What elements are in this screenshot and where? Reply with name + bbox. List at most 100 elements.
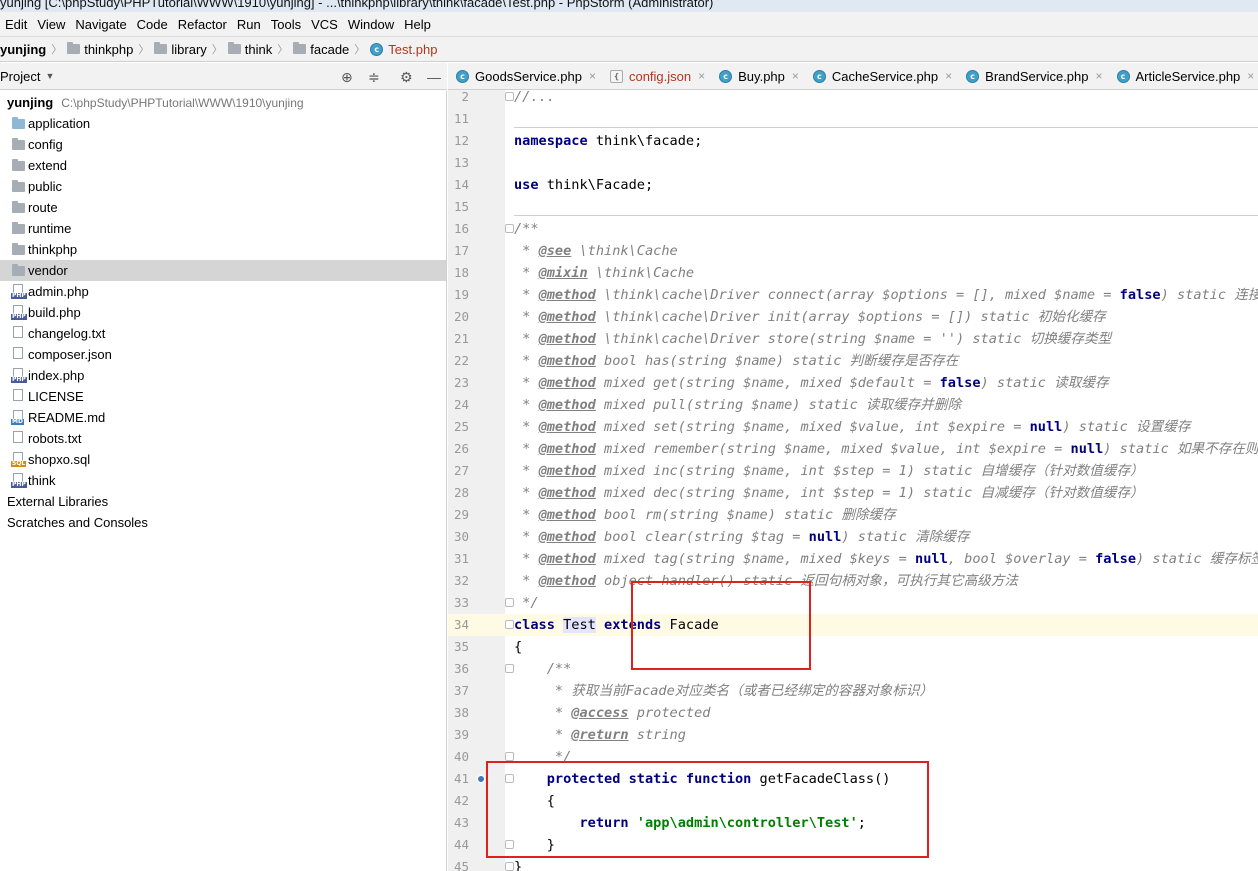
close-icon[interactable]: × (589, 69, 596, 83)
code-editor[interactable]: 2 //... 11 12 namespace think\facade; 13 14 use… (448, 90, 1258, 871)
menu-item-tools[interactable]: Tools (266, 17, 306, 32)
code-token: ) static 如果不存在则写入缓存 (1103, 441, 1258, 457)
fold-marker-icon[interactable] (505, 862, 514, 871)
menu-item-edit[interactable]: Edit (0, 17, 32, 32)
code-token: null (1029, 419, 1063, 435)
code-token: * (514, 529, 539, 545)
breadcrumb-item-test-php[interactable]: c Test.php (370, 42, 437, 57)
code-token: @method (538, 573, 596, 589)
code-token: @method (538, 375, 596, 391)
close-icon[interactable]: × (945, 69, 952, 83)
tree-item-application[interactable]: application (0, 113, 446, 134)
tree-item-license[interactable]: LICENSE (0, 386, 446, 407)
code-text: * @method mixed set(string $name, mixed … (514, 416, 1190, 438)
line-number: 11 (453, 111, 469, 126)
method-override-icon[interactable] (477, 775, 485, 783)
code-token: Test (563, 617, 596, 633)
tab-label: CacheService.php (831, 68, 939, 84)
tree-item-label: LICENSE (28, 389, 84, 404)
php-class-icon: c (719, 69, 733, 83)
menu-item-window[interactable]: Window (343, 17, 399, 32)
tree-item-readme-md[interactable]: MD README.md (0, 407, 446, 428)
menu-item-run[interactable]: Run (232, 17, 266, 32)
php-file-icon: PHP (11, 305, 27, 320)
minimize-icon[interactable]: — (427, 69, 441, 85)
line-number: 23 (453, 375, 469, 390)
breadcrumb-item-facade[interactable]: facade (293, 42, 349, 57)
fold-marker-icon[interactable] (505, 224, 514, 233)
fold-marker-icon[interactable] (505, 664, 514, 673)
code-token: \think\cache\Driver connect(array $optio… (595, 287, 1120, 303)
breadcrumb-item-think[interactable]: think (227, 42, 272, 57)
fold-marker-icon[interactable] (505, 598, 514, 607)
chevron-down-icon[interactable]: ▼ (45, 71, 54, 81)
code-token: mixed dec(string $name, int $step = 1) s… (595, 485, 1144, 501)
editor-tab-brandservice-php[interactable]: c BrandService.php × (958, 63, 1108, 89)
code-token: null (808, 529, 842, 545)
code-token: * (514, 705, 572, 721)
editor-tab-config-json[interactable]: {config.json × (602, 63, 711, 89)
breadcrumb-item-library[interactable]: library (154, 42, 207, 57)
editor-tab-cacheservice-php[interactable]: c CacheService.php × (805, 63, 958, 89)
fold-marker-icon[interactable] (505, 92, 514, 101)
code-token: * (514, 551, 539, 567)
code-token: */ (514, 595, 539, 611)
close-icon[interactable]: × (792, 69, 799, 83)
project-view-selector[interactable]: Project (0, 69, 40, 84)
menu-item-view[interactable]: View (32, 17, 70, 32)
code-token: @mixin (538, 265, 588, 281)
code-token: \think\Cache (571, 243, 678, 259)
line-number: 43 (453, 815, 469, 830)
code-text: * @method mixed pull(string $name) stati… (514, 394, 961, 416)
menu-item-help[interactable]: Help (399, 17, 436, 32)
menu-item-code[interactable]: Code (132, 17, 173, 32)
fold-marker-icon[interactable] (505, 620, 514, 629)
menu-item-navigate[interactable]: Navigate (70, 17, 131, 32)
code-text: namespace think\facade; (514, 130, 702, 152)
close-icon[interactable]: × (1096, 69, 1103, 83)
fold-marker-icon[interactable] (505, 752, 514, 761)
menu-item-refactor[interactable]: Refactor (173, 17, 232, 32)
breadcrumb-item-yunjing[interactable]: yunjing (0, 42, 46, 57)
folder-icon (11, 116, 25, 129)
tree-item-admin-php[interactable]: PHP admin.php (0, 281, 446, 302)
code-token: @method (538, 331, 596, 347)
tree-item-route[interactable]: route (0, 197, 446, 218)
chevron-right-icon: 〉 (211, 44, 223, 56)
editor-tab-goodsservice-php[interactable]: c GoodsService.php × (448, 63, 602, 89)
tree-item-runtime[interactable]: runtime (0, 218, 446, 239)
tree-item-think[interactable]: PHP think (0, 470, 446, 491)
close-icon[interactable]: × (698, 69, 705, 83)
tree-root-yunjing[interactable]: yunjing C:\phpStudy\PHPTutorial\WWW\1910\… (0, 92, 446, 113)
annotation-box-extends (631, 581, 811, 670)
tree-item-robots-txt[interactable]: robots.txt (0, 428, 446, 449)
tree-external-libraries[interactable]: External Libraries (0, 491, 446, 512)
tree-item-index-php[interactable]: PHP index.php (0, 365, 446, 386)
menu-item-vcs[interactable]: VCS (306, 17, 343, 32)
code-token: * (514, 243, 539, 259)
tree-item-thinkphp[interactable]: thinkphp (0, 239, 446, 260)
editor-tab-buy-php[interactable]: c Buy.php × (711, 63, 805, 89)
editor-tab-articleservice-php[interactable]: c ArticleService.php × (1109, 63, 1258, 89)
tree-item-changelog-txt[interactable]: changelog.txt (0, 323, 446, 344)
tree-item-public[interactable]: public (0, 176, 446, 197)
breadcrumb-item-thinkphp[interactable]: thinkphp (67, 42, 133, 57)
locate-icon[interactable]: ⊕ (341, 69, 353, 86)
tree-item-composer-json[interactable]: composer.json (0, 344, 446, 365)
code-token: mixed pull(string $name) static 读取缓存并删除 (595, 397, 962, 413)
close-icon[interactable]: × (1247, 69, 1254, 83)
tree-item-label: shopxo.sql (28, 452, 91, 467)
gear-icon[interactable]: ⚙ (400, 69, 413, 86)
tree-scratches-and-consoles[interactable]: Scratches and Consoles (0, 512, 446, 533)
tree-item-build-php[interactable]: PHP build.php (0, 302, 446, 323)
collapse-all-icon[interactable]: ≑ (368, 69, 380, 86)
code-token: @method (538, 463, 596, 479)
tree-item-vendor[interactable]: vendor (0, 260, 446, 281)
code-token: @method (538, 551, 596, 567)
code-line: 27 * @method mixed inc(string $name, int… (448, 460, 1258, 482)
code-line: 17 * @see \think\Cache (448, 240, 1258, 262)
code-token: , bool $overlay = (947, 551, 1096, 567)
tree-item-config[interactable]: config (0, 134, 446, 155)
tree-item-shopxo-sql[interactable]: SQL shopxo.sql (0, 449, 446, 470)
tree-item-extend[interactable]: extend (0, 155, 446, 176)
